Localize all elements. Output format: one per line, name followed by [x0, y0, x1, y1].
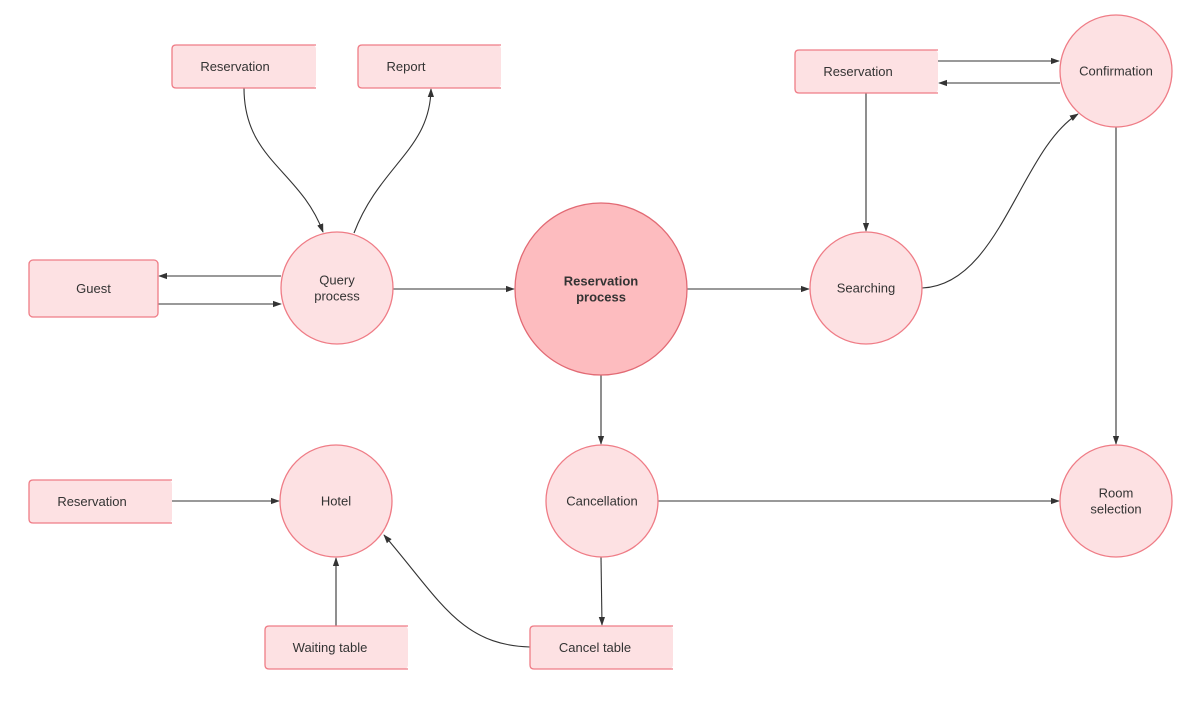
node-label-line: Cancel table — [559, 640, 631, 655]
node-cancellation[interactable]: Cancellation — [545, 444, 659, 558]
node-label-line: Room — [1099, 486, 1134, 501]
node-label-line: Reservation — [823, 64, 892, 79]
diagram-canvas: Reservation Report Guest Query process Reserv… — [0, 0, 1200, 699]
node-label: Query process — [314, 273, 360, 304]
node-cancel-table[interactable]: Cancel table — [529, 625, 673, 670]
flow-arrow-reservation-top-to-query-process — [243, 87, 324, 233]
node-hotel[interactable]: Hotel — [279, 444, 393, 558]
flow-arrow-cancellation-to-cancel-table — [598, 556, 606, 626]
node-label: Reservation — [200, 59, 269, 74]
node-label: Searching — [837, 281, 896, 296]
node-label: Reservation — [57, 494, 126, 509]
node-reservation-bottom[interactable]: Reservation — [28, 479, 172, 524]
node-label-line: process — [314, 289, 360, 304]
node-label: Report — [386, 59, 425, 74]
node-confirmation[interactable]: Confirmation — [1059, 14, 1173, 128]
node-label: Guest — [76, 281, 111, 296]
node-label-line: Guest — [76, 281, 111, 296]
node-label-line: Reservation — [57, 494, 126, 509]
node-query-process[interactable]: Query process — [280, 231, 394, 345]
flow-arrow-searching-to-confirmation — [921, 113, 1079, 289]
node-label: Cancel table — [559, 640, 631, 655]
node-label-line: Hotel — [321, 494, 351, 509]
node-report[interactable]: Report — [357, 44, 501, 89]
node-label-line: process — [576, 290, 626, 305]
node-guest[interactable]: Guest — [28, 259, 159, 318]
nodes-layer: Reservation ReportGuestQuery processReserv… — [28, 14, 1173, 670]
node-room-selection[interactable]: Room selection — [1059, 444, 1173, 558]
node-waiting-table[interactable]: Waiting table — [264, 625, 408, 670]
data-store-fill — [358, 45, 501, 88]
node-label-line: Reservation — [200, 59, 269, 74]
node-label: Cancellation — [566, 494, 638, 509]
node-label-line: Searching — [837, 281, 896, 296]
node-label-line: Waiting table — [293, 640, 368, 655]
node-searching[interactable]: Searching — [809, 231, 923, 345]
node-label: Hotel — [321, 494, 351, 509]
data-flow-diagram: Reservation ReportGuestQuery processReserv… — [28, 14, 1173, 670]
node-reservation-top[interactable]: Reservation — [171, 44, 316, 89]
node-label-line: Report — [386, 59, 425, 74]
node-reservation-process[interactable]: Reservation process — [514, 202, 688, 376]
node-label: Confirmation — [1079, 64, 1153, 79]
node-label-line: selection — [1090, 502, 1141, 517]
node-label-line: Confirmation — [1079, 64, 1153, 79]
node-label-line: Cancellation — [566, 494, 638, 509]
node-reservation-right[interactable]: Reservation — [794, 49, 938, 94]
node-label-line: Query — [319, 273, 355, 288]
node-label-line: Reservation — [564, 274, 638, 289]
flow-arrow-query-process-to-report — [353, 88, 435, 234]
node-label: Reservation — [823, 64, 892, 79]
node-label: Waiting table — [293, 640, 368, 655]
